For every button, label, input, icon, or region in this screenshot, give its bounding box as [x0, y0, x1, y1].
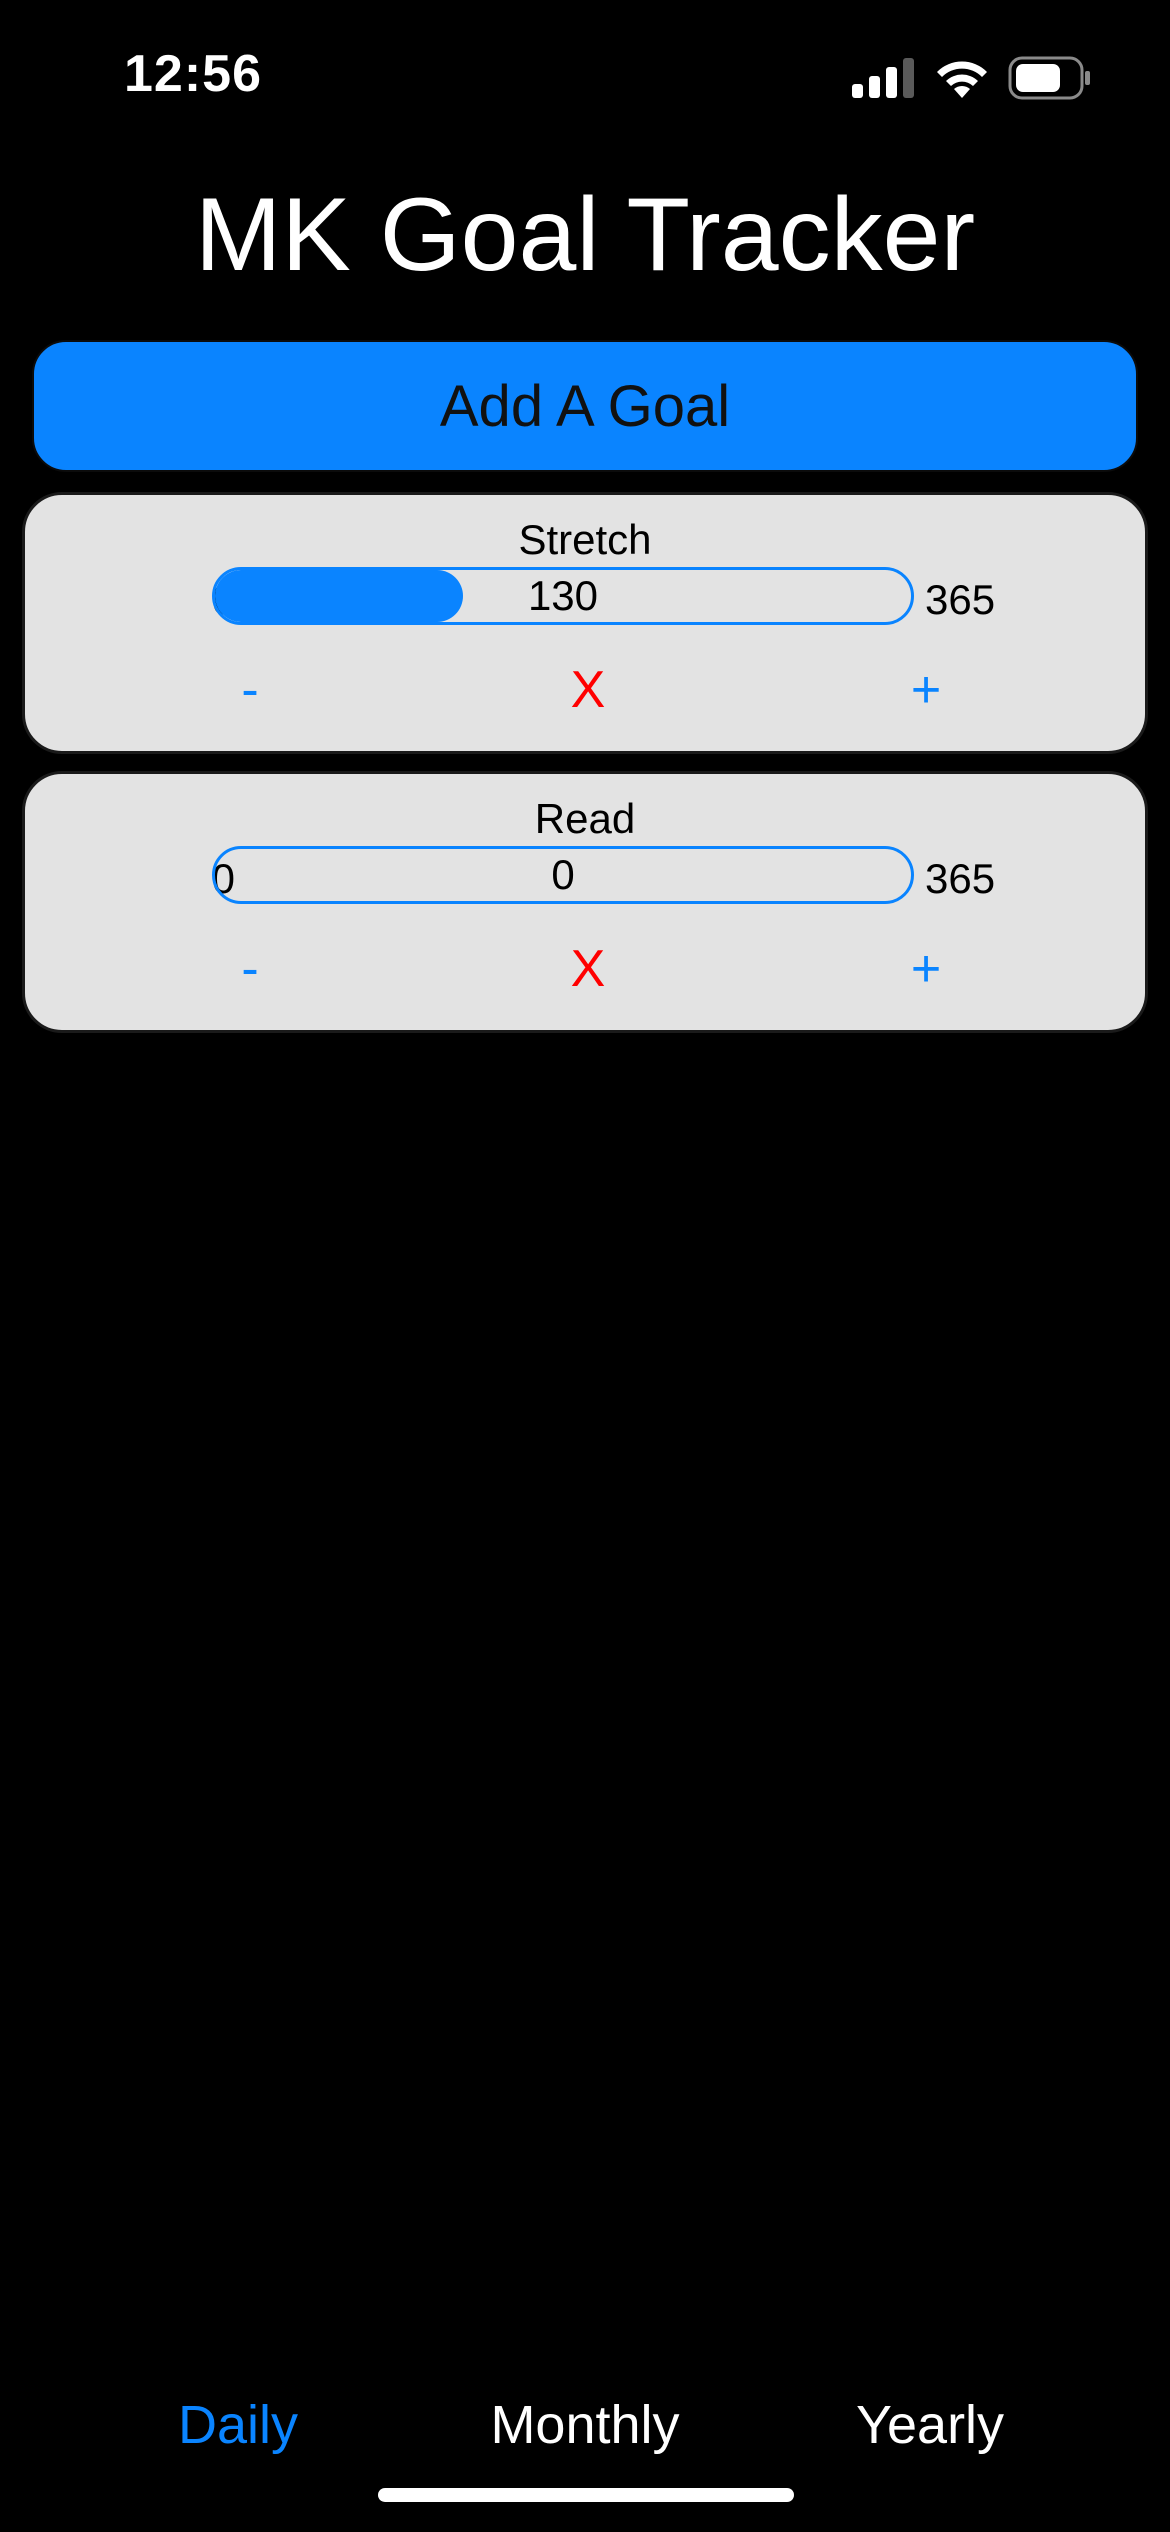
status-time: 12:56 — [124, 45, 262, 103]
goal-progress-bar: 130 — [212, 567, 914, 625]
add-goal-label: Add A Goal — [439, 373, 731, 439]
goal-card: Stretch 0 130 365 - X + — [22, 492, 1148, 754]
wifi-icon — [937, 61, 987, 98]
goal-name: Stretch — [518, 516, 652, 563]
home-indicator[interactable] — [378, 2488, 794, 2502]
tab-yearly[interactable]: Yearly — [800, 2380, 1060, 2470]
goal-progress-value: 130 — [527, 572, 599, 619]
delete-goal-button[interactable]: X — [543, 655, 633, 725]
add-goal-button[interactable]: Add A Goal — [32, 340, 1138, 472]
battery-icon — [1008, 56, 1090, 100]
signal-icon — [852, 58, 914, 98]
goal-progress-bar: 0 — [212, 846, 914, 904]
goal-max-value: 365 — [925, 855, 996, 902]
page-title: MK Goal Tracker — [194, 177, 976, 293]
tab-bar: Daily Monthly Yearly — [0, 2380, 1170, 2470]
tab-monthly[interactable]: Monthly — [455, 2380, 715, 2470]
status-bar: 12:56 — [0, 0, 1170, 150]
goal-card: Read 0 0 365 - X + — [22, 771, 1148, 1033]
goal-max-value: 365 — [925, 576, 996, 623]
goal-progress-value: 0 — [551, 851, 575, 898]
goal-name: Read — [534, 795, 636, 842]
tab-daily[interactable]: Daily — [108, 2380, 368, 2470]
increment-button[interactable]: + — [881, 934, 971, 1004]
decrement-button[interactable]: - — [205, 655, 295, 725]
delete-goal-button[interactable]: X — [543, 934, 633, 1004]
decrement-button[interactable]: - — [205, 934, 295, 1004]
increment-button[interactable]: + — [881, 655, 971, 725]
